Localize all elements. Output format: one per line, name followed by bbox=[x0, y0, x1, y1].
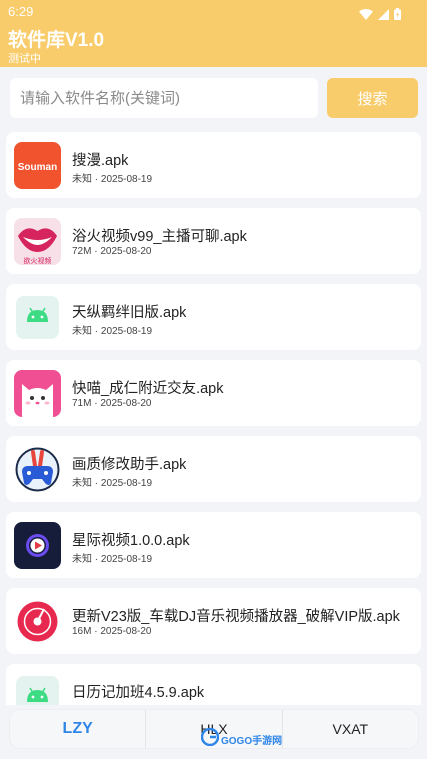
app-meta: 16M · 2025-08-20 bbox=[72, 626, 152, 637]
app-title: 更新V23版_车载DJ音乐视频播放器_破解VIP版.apk bbox=[72, 609, 400, 625]
music-disc-logo-icon bbox=[14, 598, 61, 645]
list-item[interactable]: 更新V23版_车载DJ音乐视频播放器_破解VIP版.apk 16M · 2025… bbox=[6, 588, 421, 654]
app-title: 日历记加班4.5.9.apk bbox=[72, 685, 205, 701]
list-item[interactable]: 星际视频1.0.0.apk 未知 · 2025-08-19 bbox=[6, 512, 421, 578]
wifi-icon bbox=[359, 5, 373, 24]
list-item[interactable]: 欲火视频 浴火视频v99_主播可聊.apk 72M · 2025-08-20 bbox=[6, 208, 421, 274]
cat-logo-icon bbox=[14, 370, 61, 417]
status-time: 6:29 bbox=[8, 4, 34, 19]
app-list[interactable]: Souman 搜漫.apk 未知 · 2025-08-19 欲火视频 浴火视频v… bbox=[0, 132, 427, 705]
list-item[interactable]: 天纵羁绊旧版.apk 未知 · 2025-08-19 bbox=[6, 284, 421, 350]
app-meta: 未知 · 2025-08-19 bbox=[72, 478, 153, 489]
android-icon bbox=[14, 294, 61, 341]
list-item[interactable]: 日历记加班4.5.9.apk bbox=[6, 664, 421, 705]
app-title: 星际视频1.0.0.apk bbox=[72, 533, 190, 549]
tab-lzy[interactable]: LZY bbox=[10, 710, 147, 748]
svg-text:Souman: Souman bbox=[18, 162, 57, 173]
app-meta: 未知 · 2025-08-19 bbox=[72, 554, 153, 565]
page-subtitle: 测试中 bbox=[8, 53, 41, 65]
svg-text:欲火视频: 欲火视频 bbox=[24, 256, 52, 265]
signal-icon bbox=[378, 5, 389, 24]
android-icon bbox=[14, 674, 61, 705]
app-meta: 72M · 2025-08-20 bbox=[72, 246, 152, 257]
gamepad-logo-icon bbox=[14, 446, 61, 493]
app-title: 快喵_成仁附近交友.apk bbox=[72, 381, 224, 397]
watermark-text: GOGO手游网 bbox=[221, 735, 283, 747]
app-meta: 未知 · 2025-08-19 bbox=[72, 326, 153, 337]
battery-icon bbox=[394, 5, 401, 24]
list-item[interactable]: 快喵_成仁附近交友.apk 71M · 2025-08-20 bbox=[6, 360, 421, 426]
list-item[interactable]: 画质修改助手.apk 未知 · 2025-08-19 bbox=[6, 436, 421, 502]
app-title: 搜漫.apk bbox=[72, 153, 129, 169]
app-title: 天纵羁绊旧版.apk bbox=[72, 305, 187, 321]
app-meta: 未知 · 2025-08-19 bbox=[72, 174, 153, 185]
app-meta: 71M · 2025-08-20 bbox=[72, 398, 152, 409]
watermark: GOGO手游网 bbox=[200, 727, 289, 751]
list-item[interactable]: Souman 搜漫.apk 未知 · 2025-08-19 bbox=[6, 132, 421, 198]
souman-logo-icon: Souman bbox=[14, 142, 61, 189]
play-logo-icon bbox=[14, 522, 61, 569]
page-title: 软件库V1.0 bbox=[8, 30, 105, 51]
app-title: 浴火视频v99_主播可聊.apk bbox=[72, 229, 247, 245]
lips-logo-icon: 欲火视频 bbox=[14, 218, 61, 265]
app-title: 画质修改助手.apk bbox=[72, 457, 187, 473]
search-button[interactable]: 搜索 bbox=[327, 78, 418, 118]
status-icons bbox=[359, 5, 401, 24]
tab-vxat[interactable]: VXAT bbox=[283, 710, 418, 748]
search-input[interactable] bbox=[10, 78, 318, 118]
watermark-logo-icon bbox=[200, 727, 220, 750]
app-header: 6:29 软件库V1.0 测试中 bbox=[0, 0, 427, 67]
